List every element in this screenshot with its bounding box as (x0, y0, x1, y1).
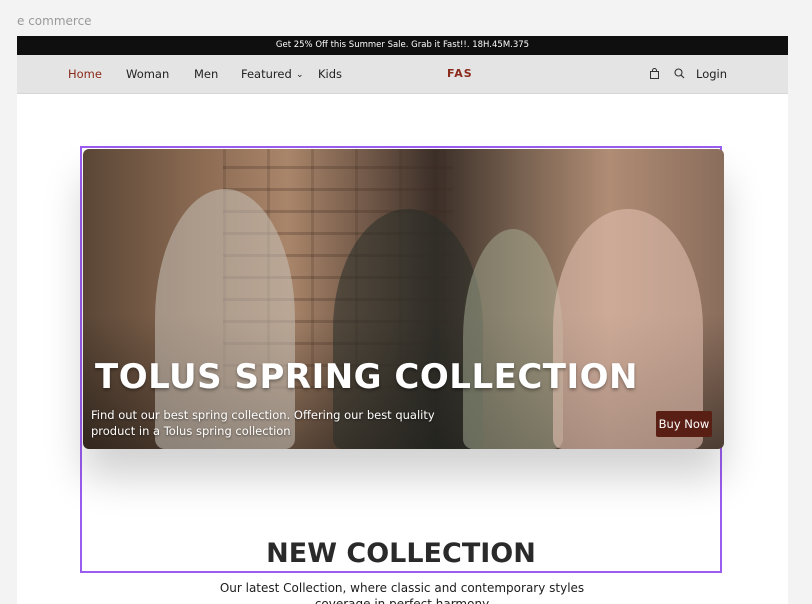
canvas-label: e commerce (17, 14, 92, 28)
collection-title: NEW COLLECTION (266, 538, 536, 569)
search-icon[interactable] (673, 67, 686, 80)
shopping-bag-icon[interactable] (648, 67, 661, 80)
nav-featured[interactable]: Featured (241, 55, 292, 93)
nav-men[interactable]: Men (194, 55, 218, 93)
chevron-down-icon[interactable]: ⌄ (296, 55, 304, 93)
login-link[interactable]: Login (696, 55, 727, 93)
brand-logo[interactable]: FAS (447, 55, 473, 93)
nav-woman[interactable]: Woman (126, 55, 169, 93)
buy-now-button[interactable]: Buy Now (656, 411, 712, 437)
hero-banner: TOLUS SPRING COLLECTION Find out our bes… (83, 149, 724, 449)
promo-banner: Get 25% Off this Summer Sale. Grab it Fa… (17, 36, 788, 55)
hero-image-person-3 (463, 229, 563, 449)
collection-description: Our latest Collection, where classic and… (219, 581, 585, 604)
hero-title: TOLUS SPRING COLLECTION (95, 357, 638, 397)
nav-kids[interactable]: Kids (318, 55, 342, 93)
page-frame: Get 25% Off this Summer Sale. Grab it Fa… (17, 36, 788, 604)
nav-home[interactable]: Home (68, 55, 102, 93)
hero-subtitle: Find out our best spring collection. Off… (91, 408, 435, 438)
top-navbar: Home Woman Men Featured ⌄ Kids FAS Login (17, 55, 788, 94)
